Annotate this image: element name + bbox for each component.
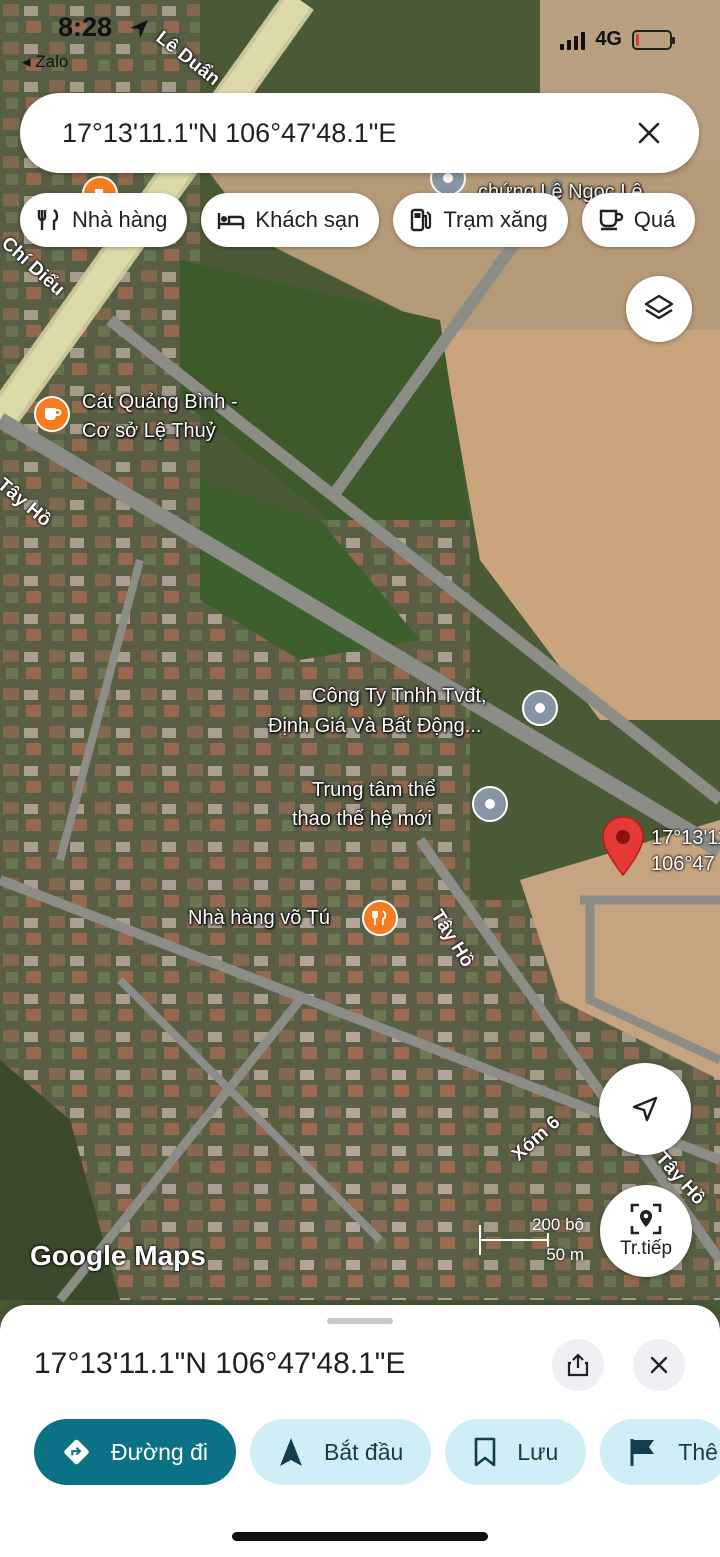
save-button[interactable]: Lưu [445,1419,587,1485]
chip-hotels[interactable]: Khách sạn [201,193,380,247]
start-button[interactable]: Bắt đầu [250,1419,432,1485]
fork-knife-icon [372,910,387,925]
place-title: 17°13'11.1"N 106°47'48.1"E [34,1347,406,1380]
battery-level [636,33,639,46]
directions-icon [64,1439,89,1465]
scale-label-imperial: 200 bộ [532,1215,584,1234]
layers-icon [644,294,674,320]
add-label-button[interactable]: Thê [600,1419,720,1485]
category-chips: Nhà hàng Khách sạn Trạm xăng Quá [20,193,696,247]
bed-icon [218,213,245,229]
poi-label-cat-sub[interactable]: Cơ sở Lệ Thuỷ [82,419,216,443]
status-indicators: 4G [560,28,675,51]
poi-label-cong-ty-sub[interactable]: Định Giá Và Bất Động... [268,714,481,738]
coffee-cup-icon [599,209,623,231]
home-indicator [232,1532,488,1541]
continue-navigation-button[interactable]: Tr.tiếp [600,1185,692,1277]
chip-label: Quá [633,207,676,232]
fuel-pump-icon [411,208,432,232]
chip-label: Trạm xăng [443,207,548,232]
battery-icon [632,29,675,50]
signal-bars-icon [560,30,586,50]
share-button[interactable] [552,1339,604,1391]
flag-icon [630,1439,655,1466]
map-layers-button[interactable] [626,276,692,342]
clear-search-button[interactable] [629,113,669,153]
action-buttons: Đường đi Bắt đầu Lưu Thê [34,1419,720,1485]
google-maps-logo: Google Maps [30,1240,206,1271]
search-bar[interactable]: 17°13'11.1"N 106°47'48.1"E [20,93,699,173]
pin-label-lng: 106°47 [651,853,715,875]
poi-marker-trung-tam[interactable] [472,786,508,822]
poi-label-cat[interactable]: Cát Quảng Bình - [82,390,238,414]
map-scale: 200 bộ 50 m [478,1215,588,1265]
fork-knife-icon [37,209,59,230]
chip-gas-stations[interactable]: Trạm xăng [393,193,568,247]
continue-label: Tr.tiếp [619,1238,673,1259]
poi-label-trung-tam[interactable]: Trung tâm thể [312,778,436,802]
poi-label-cong-ty[interactable]: Công Ty Tnhh Tvđt, [312,684,487,708]
location-dot-icon [535,703,545,713]
location-scan-icon [630,1203,662,1235]
coffee-cup-icon [45,408,62,420]
status-time: 8:28 [58,12,113,42]
location-dot-icon [443,173,453,183]
pin-coordinate-label: 17°13'11 106°47 [651,825,720,877]
poi-marker-restaurant[interactable] [362,900,398,936]
dropped-pin-icon[interactable] [600,815,646,881]
action-label: Bắt đầu [324,1438,404,1465]
close-sheet-button[interactable] [633,1339,685,1391]
navigation-arrow-icon [280,1438,302,1466]
poi-label-trung-tam-sub[interactable]: thao thế hệ mới [292,807,432,831]
chip-cafes[interactable]: Quá [581,193,696,247]
network-type: 4G [595,28,622,50]
action-label: Lưu [517,1438,559,1465]
back-to-app-link[interactable]: ◂ Zalo [22,52,68,72]
pin-label-lat: 17°13'11 [651,827,720,849]
search-query[interactable]: 17°13'11.1"N 106°47'48.1"E [62,118,629,149]
share-icon [567,1353,589,1377]
chip-label: Nhà hàng [72,207,168,232]
poi-label-nha-hang[interactable]: Nhà hàng võ Tú [188,906,330,930]
place-bottom-sheet[interactable]: 17°13'11.1"N 106°47'48.1"E Đường đi Bắt … [0,1305,720,1557]
close-icon [650,1356,668,1374]
action-label: Đường đi [111,1438,208,1465]
location-arrow-icon [130,20,148,38]
poi-marker-cong-ty[interactable] [522,690,558,726]
directions-button[interactable]: Đường đi [34,1419,236,1485]
sheet-drag-handle[interactable] [327,1318,393,1324]
my-location-button[interactable] [599,1063,691,1155]
action-label: Thê [678,1438,718,1465]
chip-restaurants[interactable]: Nhà hàng [20,193,188,247]
scale-label-metric: 50 m [546,1245,584,1264]
poi-marker-cafe[interactable] [34,396,70,432]
chip-label: Khách sạn [255,207,360,232]
location-dot-icon [485,799,495,809]
close-icon [638,122,660,144]
bookmark-icon [474,1437,496,1467]
navigation-arrow-icon [632,1096,658,1122]
